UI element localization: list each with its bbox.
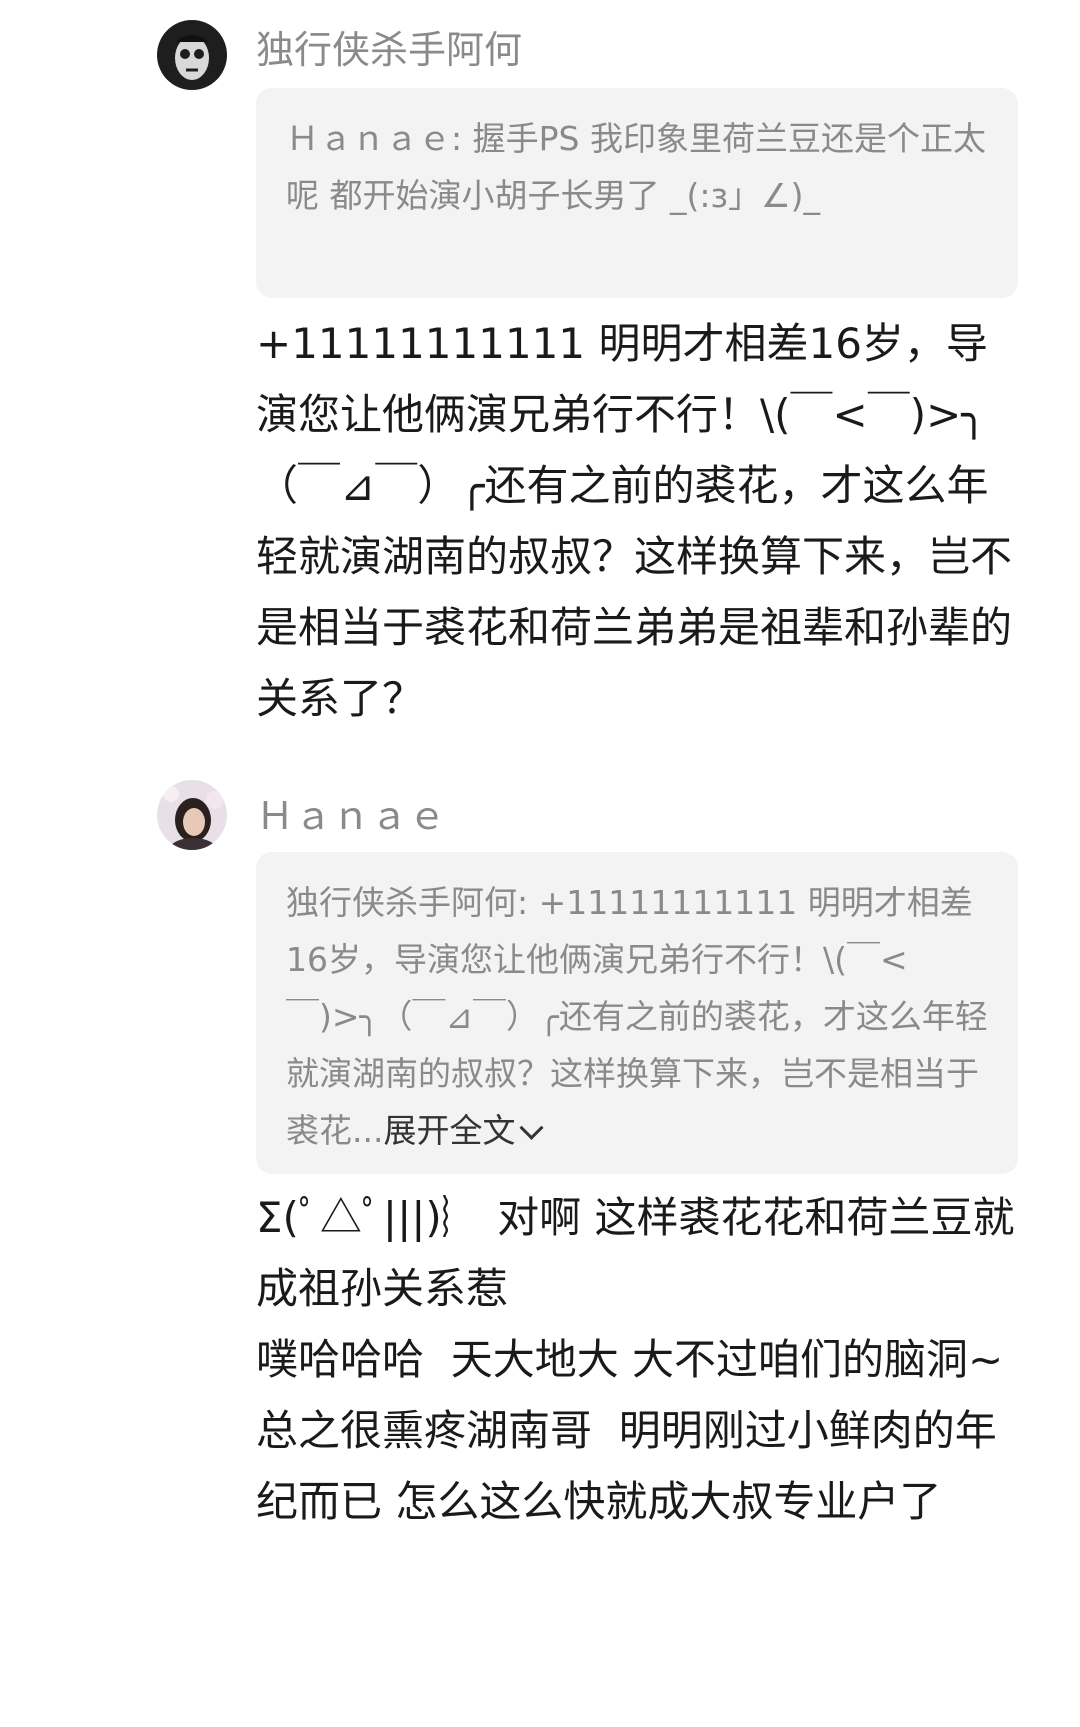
comment-username[interactable]: 独行侠杀手阿何 bbox=[256, 26, 522, 74]
quoted-reply[interactable]: Ｈａｎａｅ: 握手PS 我印象里荷兰豆还是个正太呢 都开始演小胡子长男了 _(:… bbox=[256, 88, 1018, 298]
quoted-author[interactable]: Ｈａｎａｅ bbox=[286, 119, 451, 158]
quoted-separator: : bbox=[517, 883, 539, 922]
expand-label[interactable]: 展开全文 bbox=[383, 1111, 515, 1150]
chevron-down-icon bbox=[519, 1115, 545, 1140]
woman-photo-avatar-icon[interactable] bbox=[157, 780, 227, 850]
comment-item: Ｈａｎａｅ 独行侠杀手阿何: +11111111111 明明才相差16岁，导演您… bbox=[0, 780, 1080, 1723]
comment-body-line: Σ(ﾟ△ﾟ|||)︴ 对啊 这样裘花花和荷兰豆就成祖孙关系惹 bbox=[256, 1193, 1015, 1313]
skull-face-avatar-icon[interactable] bbox=[157, 20, 227, 90]
comment-username[interactable]: Ｈａｎａｅ bbox=[256, 792, 446, 840]
comment-body: +11111111111 明明才相差16岁，导演您让他俩演兄弟行不行！\(￣<￣… bbox=[256, 319, 1013, 723]
quoted-text: +11111111111 明明才相差16岁，导演您让他俩演兄弟行不行！\(￣<￣… bbox=[286, 883, 988, 1150]
comment-body: Σ(ﾟ△ﾟ|||)︴ 对啊 这样裘花花和荷兰豆就成祖孙关系惹 噗哈哈哈 天大地大… bbox=[256, 1182, 1026, 1727]
quoted-reply[interactable]: 独行侠杀手阿何: +11111111111 明明才相差16岁，导演您让他俩演兄弟… bbox=[256, 852, 1018, 1174]
comment-body-line: 总之很熏疼湖南哥 明明刚过小鲜肉的年纪而已 怎么这么快就成大叔专业户了 bbox=[256, 1406, 997, 1526]
comment-item: 独行侠杀手阿何 Ｈａｎａｅ: 握手PS 我印象里荷兰豆还是个正太呢 都开始演小胡… bbox=[0, 0, 1080, 723]
quoted-separator: : bbox=[451, 119, 473, 158]
expand-full-text-link[interactable]: 展开全文 bbox=[383, 1111, 545, 1150]
comment-body-line: 噗哈哈哈 天大地大 大不过咱们的脑洞~ bbox=[256, 1335, 1004, 1384]
quoted-author[interactable]: 独行侠杀手阿何 bbox=[286, 883, 517, 922]
